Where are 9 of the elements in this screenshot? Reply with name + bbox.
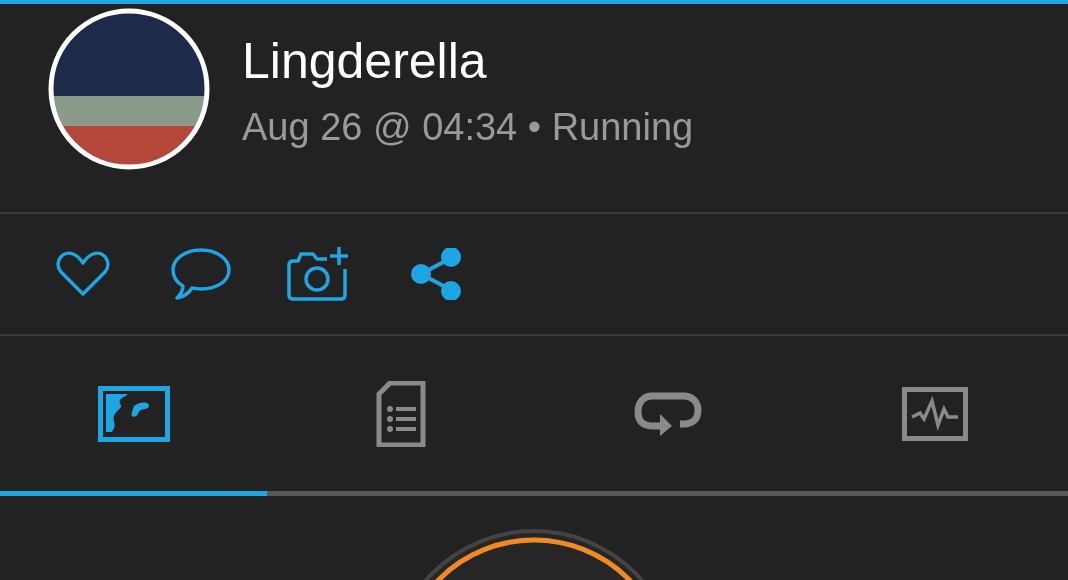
speech-bubble-icon	[171, 247, 231, 301]
map-icon	[97, 385, 170, 442]
document-list-icon	[375, 380, 426, 447]
heart-icon	[55, 250, 111, 298]
share-icon	[411, 248, 463, 300]
activity-date-type: Aug 26 @ 04:34 • Running	[242, 105, 694, 150]
pulse-chart-icon	[901, 386, 968, 441]
add-photo-icon	[287, 245, 351, 303]
user-name: Lingderella	[242, 32, 488, 91]
